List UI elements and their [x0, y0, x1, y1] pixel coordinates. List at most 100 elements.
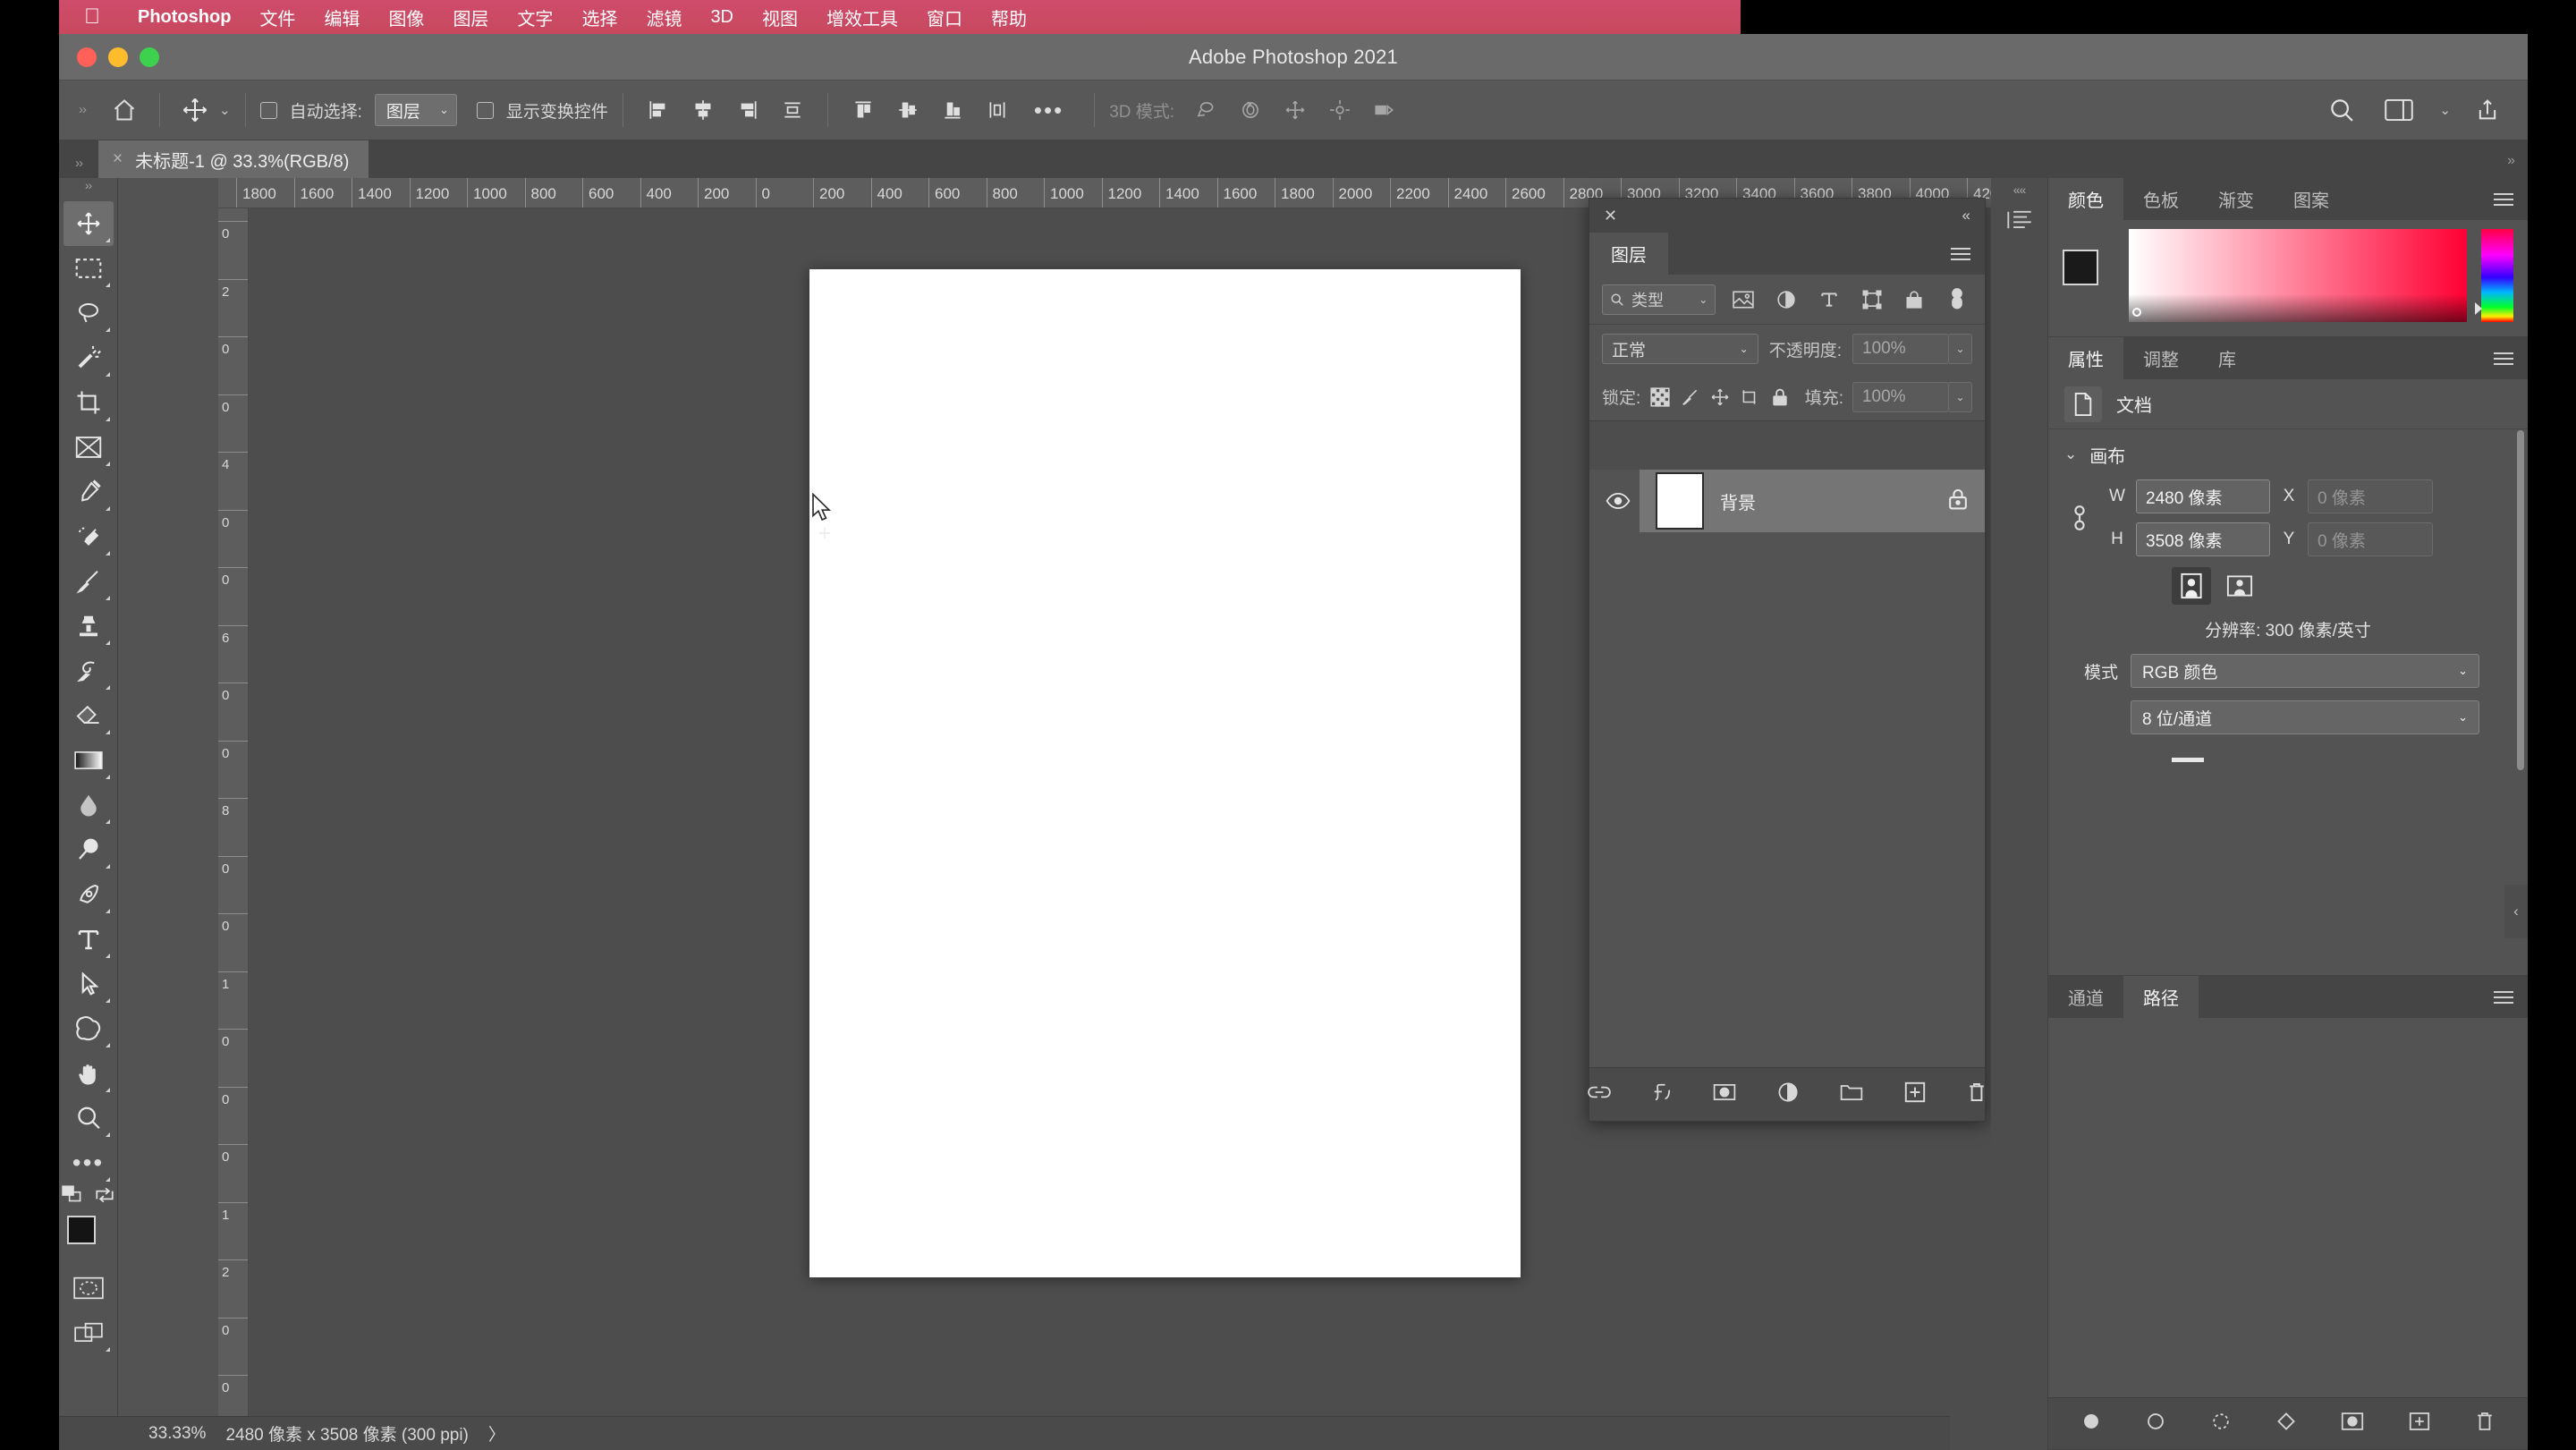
tool-blur[interactable] — [64, 783, 114, 827]
workspace-icon[interactable] — [2378, 90, 2419, 130]
tool-healing-brush[interactable] — [64, 514, 114, 559]
hue-strip[interactable] — [2475, 229, 2513, 322]
new-group-icon[interactable] — [1840, 1082, 1863, 1107]
layer-filter-dropdown[interactable]: 类型 ⌄ — [1602, 284, 1716, 315]
layer-visibility-icon[interactable] — [1597, 492, 1640, 510]
adjustment-layer-icon[interactable] — [1777, 1081, 1799, 1107]
screen-mode-icon[interactable] — [64, 1310, 114, 1355]
layer-name[interactable]: 背景 — [1720, 488, 1756, 514]
tool-zoom[interactable] — [64, 1096, 114, 1140]
align-center-vertical-icon[interactable] — [887, 90, 928, 130]
tab-adjustments[interactable]: 调整 — [2123, 337, 2199, 379]
align-left-icon[interactable] — [638, 90, 679, 130]
opacity-control[interactable]: 100% ⌄ — [1852, 334, 1972, 364]
scale-3d-icon[interactable] — [1364, 90, 1405, 130]
options-bar-grip[interactable]: ›› — [79, 103, 98, 116]
menu-item-view[interactable]: 视图 — [748, 4, 812, 30]
layer-thumbnail[interactable] — [1656, 472, 1704, 530]
tools-panel-grip[interactable]: ›› — [85, 179, 92, 201]
new-path-icon[interactable] — [2409, 1412, 2430, 1436]
menu-item-edit[interactable]: 编辑 — [309, 4, 374, 30]
delete-path-icon[interactable] — [2475, 1411, 2495, 1437]
tab-libraries[interactable]: 库 — [2199, 337, 2256, 379]
shape-filter-icon[interactable] — [1857, 284, 1887, 315]
menu-item-image[interactable]: 图像 — [374, 4, 438, 30]
menu-item-plugins[interactable]: 增效工具 — [812, 4, 912, 30]
layer-locked-icon[interactable] — [1947, 488, 1969, 515]
tab-gradients[interactable]: 渐变 — [2199, 178, 2274, 220]
home-icon[interactable] — [104, 89, 145, 131]
tab-channels[interactable]: 通道 — [2048, 976, 2123, 1018]
stroke-path-icon[interactable] — [2146, 1412, 2165, 1436]
lock-all-icon[interactable] — [1769, 382, 1790, 412]
fill-control[interactable]: 100% ⌄ — [1852, 381, 1972, 412]
fill-path-icon[interactable] — [2081, 1412, 2101, 1436]
align-bottom-icon[interactable] — [932, 90, 973, 130]
menu-item-file[interactable]: 文件 — [245, 4, 309, 30]
tool-dodge[interactable] — [64, 827, 114, 872]
tab-color[interactable]: 颜色 — [2048, 178, 2123, 220]
tool-frame[interactable] — [64, 425, 114, 470]
share-icon[interactable] — [2467, 90, 2508, 130]
menu-item-select[interactable]: 选择 — [567, 4, 631, 30]
color-mode-dropdown[interactable]: RGB 颜色 ⌄ — [2131, 654, 2479, 688]
align-center-horizontal-icon[interactable] — [682, 90, 724, 130]
bit-depth-dropdown[interactable]: 8 位/通道 ⌄ — [2131, 700, 2479, 734]
menu-item-window[interactable]: 窗口 — [912, 4, 977, 30]
tool-pen[interactable] — [64, 872, 114, 917]
tabstrip-grip[interactable]: ›› — [59, 156, 98, 178]
lock-image-icon[interactable] — [1680, 382, 1700, 412]
move-tool-icon[interactable] — [174, 90, 216, 130]
history-rail-icon[interactable] — [1991, 194, 2048, 246]
tool-eyedropper[interactable] — [64, 470, 114, 514]
opacity-stepper-icon[interactable]: ⌄ — [1949, 334, 1972, 364]
tool-path-selection[interactable] — [64, 962, 114, 1006]
layer-style-icon[interactable] — [1652, 1081, 1672, 1108]
auto-select-checkbox[interactable] — [259, 101, 277, 119]
drag-3d-icon[interactable] — [1275, 90, 1316, 130]
landscape-orientation-icon[interactable] — [2220, 567, 2259, 605]
smart-object-filter-icon[interactable] — [1899, 284, 1929, 315]
zoom-level[interactable]: 33.33% — [148, 1424, 206, 1444]
menu-item-type[interactable]: 文字 — [503, 4, 567, 30]
load-selection-icon[interactable] — [2210, 1412, 2232, 1436]
tool-brush[interactable] — [64, 559, 114, 604]
tool-crop[interactable] — [64, 380, 114, 425]
tool-shape[interactable] — [64, 1006, 114, 1051]
color-field[interactable] — [2129, 229, 2467, 322]
width-input[interactable]: 2480 像素 — [2136, 479, 2270, 513]
search-icon[interactable] — [2321, 90, 2362, 130]
tool-marquee[interactable] — [64, 246, 114, 291]
distribute-horizontal-icon[interactable] — [772, 90, 813, 130]
auto-select-dropdown[interactable]: 图层 ⌄ — [374, 94, 457, 126]
lock-artboard-icon[interactable] — [1740, 382, 1760, 412]
tab-patterns[interactable]: 图案 — [2274, 178, 2349, 220]
slide-3d-icon[interactable] — [1319, 90, 1360, 130]
fill-stepper-icon[interactable]: ⌄ — [1948, 381, 1972, 412]
edit-toolbar-icon[interactable] — [61, 1184, 85, 1209]
tool-lasso[interactable] — [64, 291, 114, 335]
distribute-vertical-icon[interactable] — [977, 90, 1018, 130]
tool-type[interactable] — [64, 917, 114, 962]
panel-menu-icon[interactable] — [2494, 178, 2528, 220]
menu-item-3d[interactable]: 3D — [696, 7, 748, 28]
adjustment-filter-icon[interactable] — [1771, 284, 1801, 315]
tab-layers[interactable]: 图层 — [1589, 233, 1668, 275]
panel-menu-icon[interactable] — [1951, 233, 1985, 275]
opacity-value[interactable]: 100% — [1852, 334, 1949, 364]
tool-more[interactable]: ••• — [64, 1140, 114, 1185]
add-mask-icon[interactable] — [2341, 1412, 2364, 1436]
menu-item-filter[interactable]: 滤镜 — [631, 4, 696, 30]
tool-hand[interactable] — [64, 1051, 114, 1096]
more-options-icon[interactable]: ••• — [1034, 98, 1063, 122]
tool-history-brush[interactable] — [64, 649, 114, 693]
menu-item-photoshop[interactable]: Photoshop — [123, 7, 245, 28]
quick-mask-icon[interactable] — [64, 1266, 114, 1310]
blend-mode-dropdown[interactable]: 正常 ⌄ — [1602, 334, 1758, 364]
document-tab[interactable]: × 未标题-1 @ 33.3%(RGB/8) — [98, 140, 369, 178]
new-layer-icon[interactable] — [1904, 1081, 1926, 1107]
lock-position-icon[interactable] — [1709, 382, 1730, 412]
workspace-chevron-icon[interactable]: ⌄ — [2439, 102, 2451, 118]
panel-menu-icon[interactable] — [2494, 337, 2528, 379]
align-right-icon[interactable] — [727, 90, 768, 130]
